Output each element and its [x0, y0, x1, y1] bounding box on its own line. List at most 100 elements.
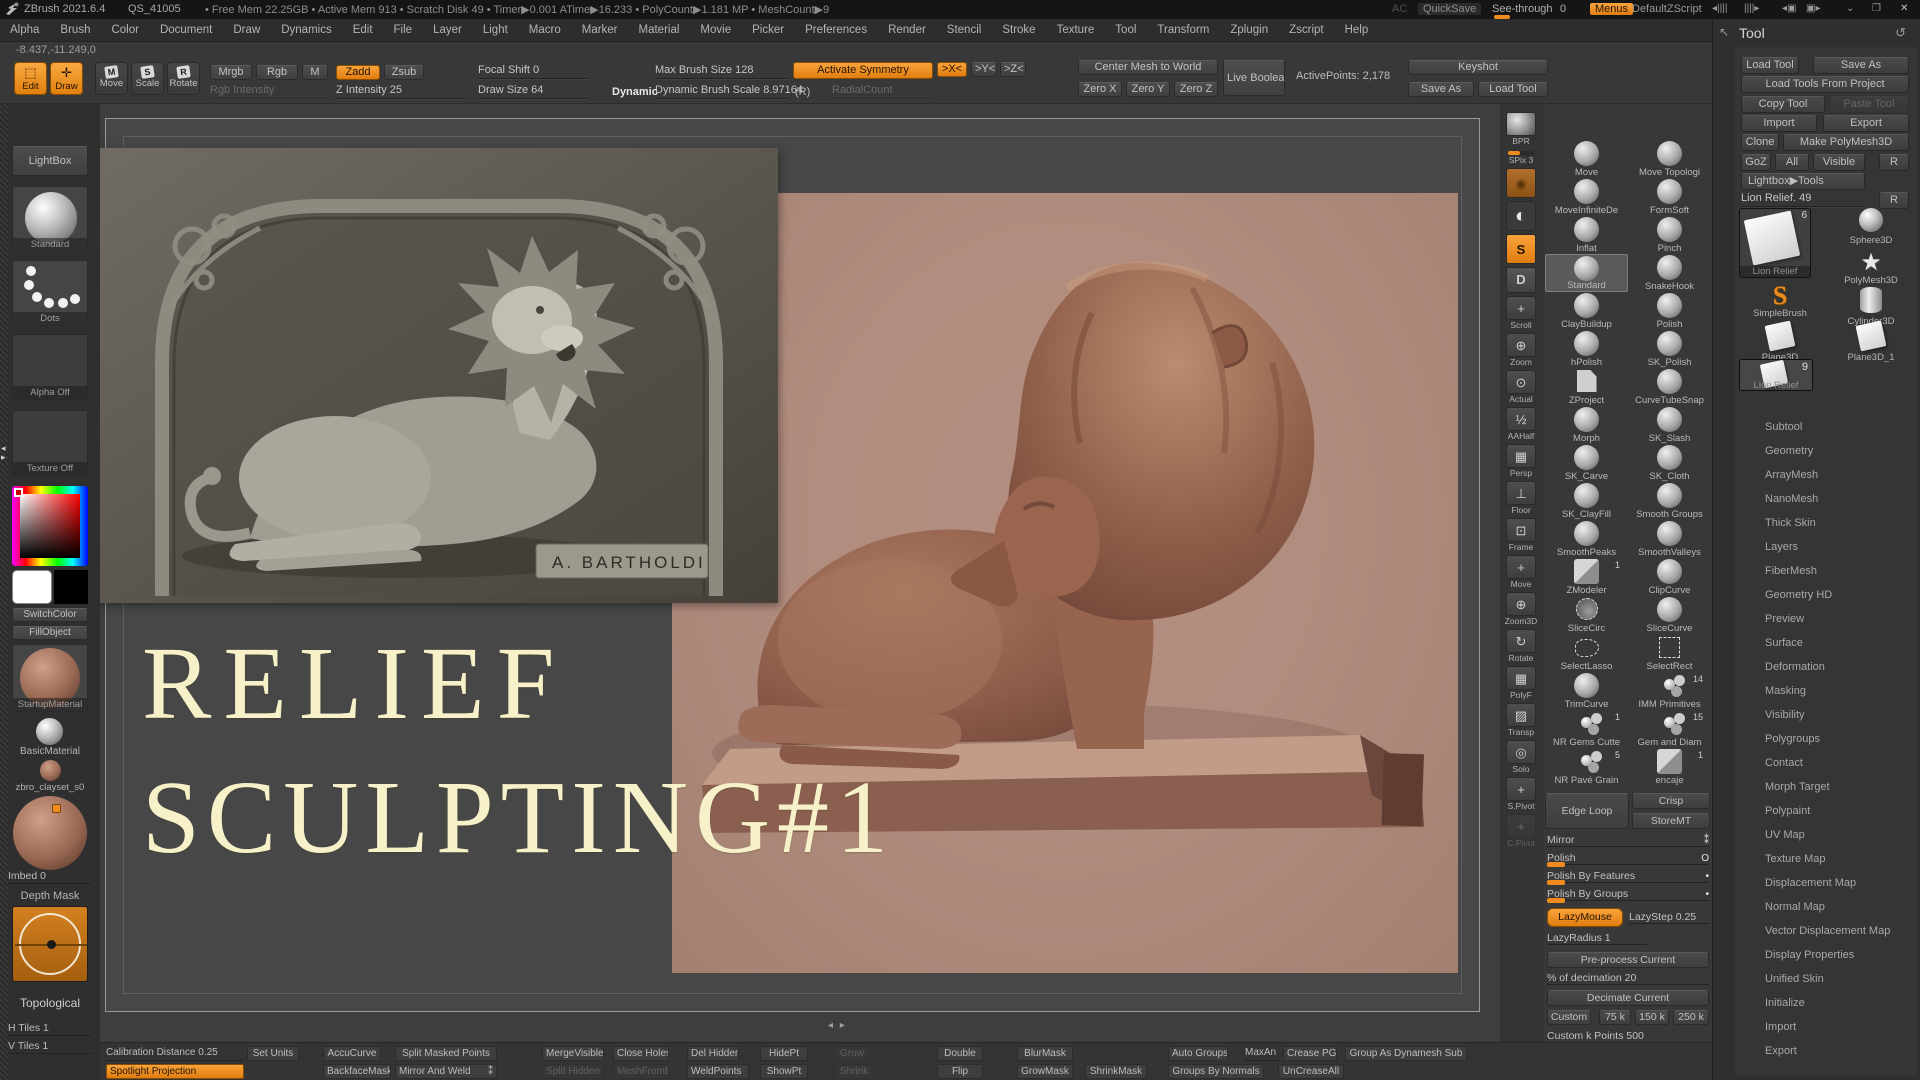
live-boolean-button[interactable]: Live Boolean	[1223, 60, 1285, 96]
preprocess-current-button[interactable]: Pre-process Current	[1547, 952, 1709, 968]
m-button[interactable]: M	[302, 65, 328, 80]
strip-item[interactable]: BPR	[1503, 112, 1539, 146]
rgb-button[interactable]: Rgb	[256, 65, 298, 80]
brush-item[interactable]: ZProject	[1545, 368, 1628, 406]
goz-all-button[interactable]: All	[1775, 154, 1809, 171]
tool-slider[interactable]: Lion Relief. 49	[1741, 192, 1865, 207]
brush-item[interactable]: FormSoft	[1628, 178, 1711, 216]
menu-item[interactable]: Dynamics	[281, 24, 331, 36]
strip-item[interactable]: ⊕ Zoom3D	[1503, 592, 1539, 626]
custom-75k-button[interactable]: 75 k	[1599, 1010, 1631, 1025]
blurmask-button[interactable]: BlurMask	[1017, 1046, 1073, 1061]
h-tiles-slider[interactable]: H Tiles 1	[8, 1022, 92, 1036]
active-tool-thumb[interactable]: 6 Lion Relief	[1739, 208, 1811, 278]
menu-item[interactable]: Draw	[233, 24, 260, 36]
menu-item[interactable]: Picker	[752, 24, 784, 36]
menu-item[interactable]: Zplugin	[1230, 24, 1268, 36]
menu-item[interactable]: Transform	[1157, 24, 1209, 36]
tool-item-plane3d[interactable]: Plane3D	[1739, 320, 1821, 363]
zero-x-button[interactable]: Zero X	[1078, 82, 1122, 97]
brush-item[interactable]: SK_Slash	[1628, 406, 1711, 444]
subpalette-header[interactable]: Layers	[1735, 535, 1920, 559]
tool-copy-button[interactable]: Copy Tool	[1741, 96, 1825, 113]
subpalette-header[interactable]: Texture Map	[1735, 847, 1920, 871]
strip-item[interactable]: + S.Pivot	[1503, 777, 1539, 811]
brush-item[interactable]: Move Topologi	[1628, 140, 1711, 178]
pbf-dot-icon[interactable]: •	[1705, 871, 1709, 882]
tool-paste-button[interactable]: Paste Tool	[1829, 96, 1909, 113]
close-holes-button[interactable]: Close Holes	[613, 1046, 669, 1061]
menu-item[interactable]: Stencil	[947, 24, 982, 36]
subpalette-header[interactable]: Polygroups	[1735, 727, 1920, 751]
primary-color-swatch[interactable]	[12, 570, 52, 604]
subpalette-header[interactable]: Deformation	[1735, 655, 1920, 679]
mirror-button[interactable]: Mirror ⁑	[1547, 834, 1709, 847]
sym-z-button[interactable]: >Z<	[1000, 62, 1026, 77]
subpalette-header[interactable]: Import	[1735, 1015, 1920, 1039]
brush-item[interactable]: Pinch	[1628, 216, 1711, 254]
menu-item[interactable]: Preferences	[805, 24, 867, 36]
flip-button[interactable]: Flip	[937, 1064, 983, 1079]
polish-by-features-slider[interactable]: Polish By Features •	[1547, 870, 1709, 885]
strip-icon[interactable]: S	[1506, 234, 1536, 264]
tool-item-plane3d-1[interactable]: Plane3D_1	[1831, 320, 1911, 363]
strip-item[interactable]: D	[1503, 267, 1539, 293]
menu-item[interactable]: Edit	[353, 24, 373, 36]
custom-250k-button[interactable]: 250 k	[1673, 1010, 1709, 1025]
strip-icon[interactable]: ⊕	[1506, 333, 1536, 357]
brush-item[interactable]: Morph	[1545, 406, 1628, 444]
strip-icon[interactable]: +	[1506, 777, 1536, 801]
brush-item[interactable]: 5 NR Pavé Grain	[1545, 748, 1628, 786]
activate-symmetry-button[interactable]: Activate Symmetry	[793, 62, 933, 79]
canvas-resize-arrows[interactable]: ◂ ▸	[828, 1020, 847, 1031]
clayset-material-icon[interactable]	[40, 760, 61, 781]
lightbox-tools-button[interactable]: Lightbox▶Tools	[1741, 173, 1865, 190]
dock-right-icon[interactable]: ▣▸	[1806, 3, 1820, 14]
custom-150k-button[interactable]: 150 k	[1635, 1010, 1669, 1025]
menu-item[interactable]: Stroke	[1002, 24, 1035, 36]
subpalette-header[interactable]: Morph Target	[1735, 775, 1920, 799]
del-hidden-button[interactable]: Del Hidden	[687, 1046, 739, 1061]
subpalette-header[interactable]: Subtool	[1735, 415, 1920, 439]
brush-item[interactable]: SK_Carve	[1545, 444, 1628, 482]
strip-icon[interactable]: ⊥	[1506, 481, 1536, 505]
subpalette-header[interactable]: Displacement Map	[1735, 871, 1920, 895]
decimation-slider[interactable]: % of decimation 20	[1547, 972, 1709, 985]
sym-y-button[interactable]: >Y<	[971, 62, 997, 77]
brush-item[interactable]: 1 encaje	[1628, 748, 1711, 786]
color-picker-cursor[interactable]	[14, 488, 23, 497]
subpalette-header[interactable]: Display Properties	[1735, 943, 1920, 967]
strip-item[interactable]: ⊡ Frame	[1503, 518, 1539, 552]
lightbox-button[interactable]: LightBox	[12, 146, 88, 176]
menu-item[interactable]: Tool	[1115, 24, 1136, 36]
rotate-button[interactable]: R Rotate	[167, 62, 200, 95]
groups-by-normals-button[interactable]: Groups By Normals	[1168, 1064, 1264, 1079]
tool-import-button[interactable]: Import	[1741, 115, 1817, 132]
subpalette-header[interactable]: Initialize	[1735, 991, 1920, 1015]
strip-icon[interactable]: +	[1506, 814, 1536, 838]
tool-item-simplebrush[interactable]: S SimpleBrush	[1739, 283, 1821, 320]
polish-ring-icon[interactable]: O	[1701, 853, 1709, 864]
lazystep-slider[interactable]: LazyStep 0.25	[1629, 911, 1709, 924]
subpalette-header[interactable]: Visibility	[1735, 703, 1920, 727]
maxangle-slider[interactable]: MaxAn	[1245, 1046, 1279, 1061]
brush-item[interactable]: Standard	[1545, 254, 1628, 292]
menus-button[interactable]: Menus	[1590, 3, 1634, 15]
goz-button[interactable]: GoZ	[1741, 154, 1771, 171]
tool-item-sphere3d[interactable]: Sphere3D	[1831, 208, 1911, 246]
brush-item[interactable]: SelectRect	[1628, 634, 1711, 672]
sym-x-button[interactable]: >X<	[937, 62, 967, 77]
tool-restore-icon[interactable]: ↺	[1895, 25, 1906, 41]
tool-clone-button[interactable]: Clone	[1741, 134, 1779, 151]
imbed-slider[interactable]: Imbed 0	[8, 870, 92, 884]
brush-item[interactable]: Smooth Groups	[1628, 482, 1711, 520]
brush-item[interactable]: 1 NR Gems Cutte	[1545, 710, 1628, 748]
custom-button[interactable]: Custom	[1547, 1010, 1591, 1025]
strip-item[interactable]: ⊕ Zoom	[1503, 333, 1539, 367]
strip-icon[interactable]: D	[1506, 267, 1536, 293]
brush-item[interactable]: SnakeHook	[1628, 254, 1711, 292]
strip-item[interactable]: ½ AAHalf	[1503, 407, 1539, 441]
brush-item[interactable]: SliceCirc	[1545, 596, 1628, 634]
brush-item[interactable]: TrimCurve	[1545, 672, 1628, 710]
brush-item[interactable]: SmoothValleys	[1628, 520, 1711, 558]
